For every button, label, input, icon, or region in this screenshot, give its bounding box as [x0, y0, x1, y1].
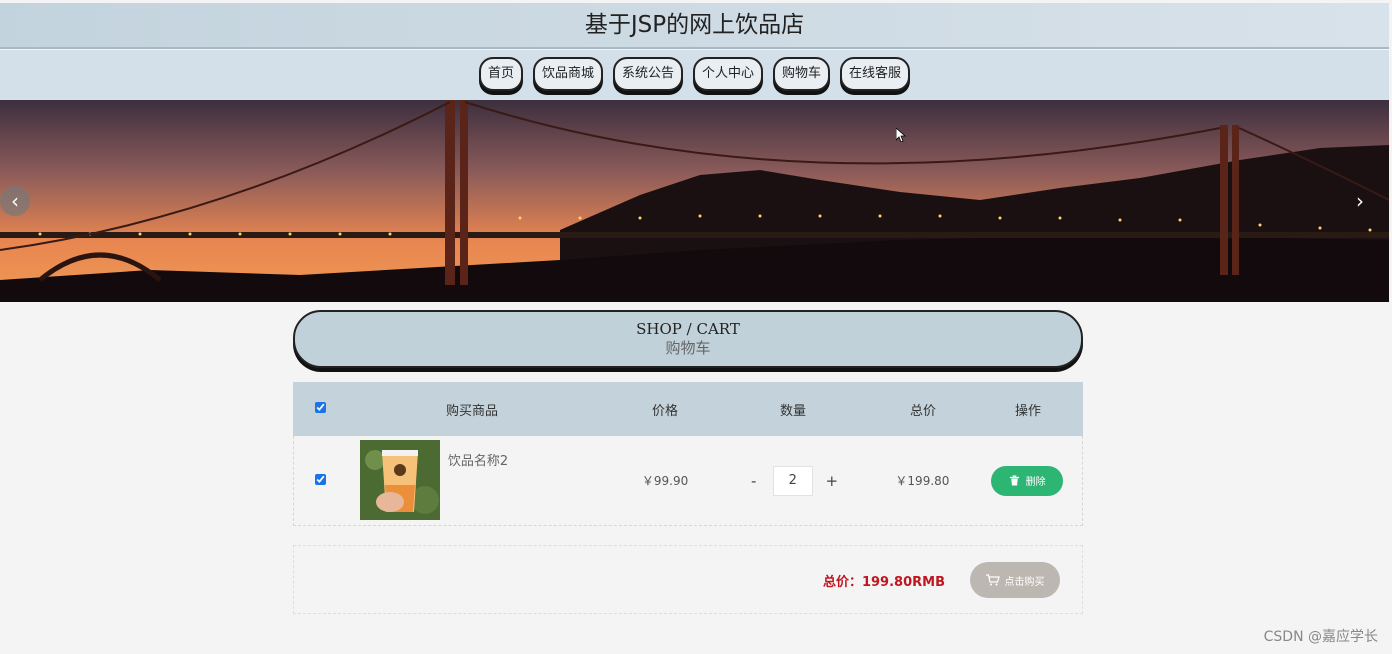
nav-item-drink-mall[interactable]: 饮品商城 [533, 57, 603, 91]
quantity-increase-button[interactable]: + [817, 472, 847, 490]
section-title-cn: 购物车 [665, 339, 711, 357]
main-nav: 首页 饮品商城 系统公告 个人中心 购物车 在线客服 [0, 50, 1389, 100]
quantity-stepper: - + [713, 465, 873, 496]
action-cell: 删除 [972, 465, 1082, 496]
section-title-en: SHOP / CART [636, 320, 740, 338]
select-all-checkbox[interactable] [314, 401, 326, 413]
table-header: 购买商品 价格 数量 总价 操作 [293, 382, 1083, 436]
item-checkbox[interactable] [315, 473, 327, 485]
cart-summary: 总价：199.80RMB 点击购买 [293, 545, 1083, 614]
column-header-quantity: 数量 [779, 403, 806, 419]
column-header-goods: 购买商品 [445, 403, 498, 419]
chevron-right-icon: › [1356, 189, 1364, 213]
trash-icon [1009, 475, 1019, 486]
quantity-cell: - + [713, 465, 873, 496]
mouse-cursor-icon [896, 128, 906, 142]
header-checkbox-cell [293, 401, 347, 417]
product-thumbnail[interactable] [359, 439, 440, 520]
banner-carousel: ‹ › [0, 100, 1389, 302]
cart-table: 购买商品 价格 数量 总价 操作 饮品名称2 ￥99.90 - 2 + ￥199… [293, 382, 1083, 526]
delete-button-label: 删除 [1025, 477, 1046, 488]
section-title: SHOP / CART 购物车 [293, 310, 1083, 368]
site-header: 基于JSP的网上饮品店 [0, 3, 1389, 49]
column-header-price: 价格 [651, 403, 678, 419]
watermark: CSDN @嘉应学长 [1263, 629, 1378, 645]
banner-image [0, 100, 1389, 302]
product-image [359, 439, 440, 520]
row-checkbox-cell [294, 473, 348, 488]
cart-icon [985, 574, 1000, 586]
nav-item-home[interactable]: 首页 [479, 57, 523, 91]
banner-prev-button[interactable]: ‹ [0, 186, 30, 216]
price-cell: ￥99.90 [641, 474, 689, 488]
product-name[interactable]: 饮品名称2 [448, 450, 508, 469]
table-row: 饮品名称2 ￥99.90 - + ￥199.80 删除 [293, 436, 1083, 526]
nav-item-online-service[interactable]: 在线客服 [840, 57, 910, 91]
chevron-left-icon: ‹ [11, 189, 19, 213]
banner-next-button[interactable]: › [1345, 186, 1375, 216]
total-price-text: 总价：199.80RMB [822, 575, 945, 590]
quantity-decrease-button[interactable]: - [739, 472, 769, 490]
quantity-input[interactable] [772, 465, 813, 496]
column-header-action: 操作 [1014, 403, 1041, 419]
column-header-total: 总价 [909, 403, 936, 419]
buy-button[interactable]: 点击购买 [970, 562, 1060, 598]
buy-button-label: 点击购买 [1004, 576, 1045, 588]
delete-button[interactable]: 删除 [991, 465, 1064, 496]
nav-item-personal-center[interactable]: 个人中心 [693, 57, 763, 91]
row-total-cell: ￥199.80 [895, 474, 950, 488]
site-title: 基于JSP的网上饮品店 [584, 12, 805, 38]
nav-item-cart[interactable]: 购物车 [773, 57, 830, 91]
goods-cell: 饮品名称2 [348, 439, 617, 522]
nav-item-announcements[interactable]: 系统公告 [613, 57, 683, 91]
